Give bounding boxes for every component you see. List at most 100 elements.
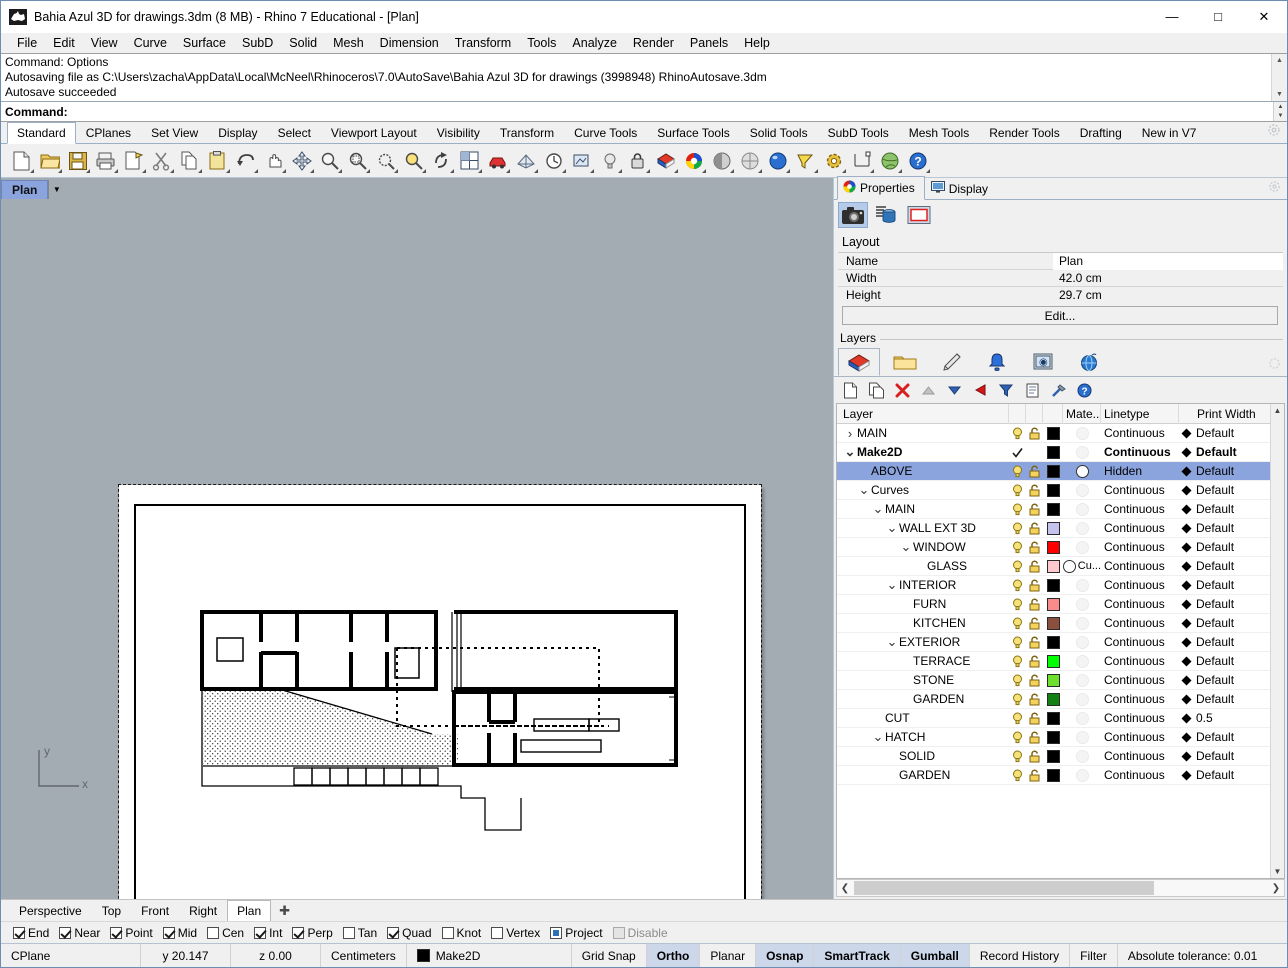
delete-layer-icon[interactable]	[890, 378, 915, 402]
layer-color-swatch[interactable]	[1043, 769, 1063, 782]
layer-name-cell[interactable]: ⌄HATCH	[837, 729, 1009, 745]
menu-solid[interactable]: Solid	[281, 34, 325, 52]
toolbar-tab-cplanes[interactable]: CPlanes	[76, 122, 141, 143]
chevron-down-icon[interactable]: ▼	[48, 180, 64, 199]
new-layer-icon[interactable]	[838, 378, 863, 402]
expander-icon[interactable]: ⌄	[857, 482, 871, 498]
menu-panels[interactable]: Panels	[682, 34, 736, 52]
osnap-near[interactable]: Near	[55, 926, 104, 940]
menu-analyze[interactable]: Analyze	[564, 34, 624, 52]
expander-icon[interactable]: ⌄	[885, 577, 899, 593]
layer-print-width-cell[interactable]: Default	[1179, 578, 1270, 592]
col-linetype[interactable]: Linetype	[1101, 404, 1179, 424]
col-print-width[interactable]: Print Width	[1179, 404, 1270, 424]
osnap-int[interactable]: Int	[250, 926, 286, 940]
move-up-icon[interactable]	[916, 378, 941, 402]
shade-icon[interactable]	[709, 148, 735, 174]
layer-color-swatch[interactable]	[1043, 541, 1063, 554]
help-icon[interactable]: ?	[905, 148, 931, 174]
light-icon[interactable]	[597, 148, 623, 174]
layer-name-cell[interactable]: ⌄Curves	[837, 482, 1009, 498]
color-wheel-icon[interactable]	[681, 148, 707, 174]
layer-lock-icon[interactable]	[1026, 693, 1043, 706]
toolbar-tab-mesh-tools[interactable]: Mesh Tools	[899, 122, 979, 143]
layer-color-swatch[interactable]	[1043, 712, 1063, 725]
layer-material-cell[interactable]	[1063, 522, 1101, 535]
layer-name-cell[interactable]: ⌄WINDOW	[837, 539, 1009, 555]
bell-tab-icon[interactable]	[976, 348, 1018, 375]
menu-view[interactable]: View	[83, 34, 126, 52]
print-icon[interactable]	[93, 148, 119, 174]
layer-row[interactable]: TERRACEContinuousDefault	[837, 652, 1270, 671]
layer-visibility-icon[interactable]	[1009, 503, 1026, 516]
layer-row[interactable]: ⌄WALL EXT 3DContinuousDefault	[837, 519, 1270, 538]
checkbox[interactable]	[613, 927, 625, 939]
status-toggle-smarttrack[interactable]: SmartTrack	[814, 944, 900, 967]
checkbox[interactable]	[550, 927, 562, 939]
move-icon[interactable]	[289, 148, 315, 174]
select-filter-icon[interactable]	[793, 148, 819, 174]
layer-visibility-icon[interactable]	[1009, 769, 1026, 782]
layer-linetype-cell[interactable]: Continuous	[1101, 692, 1179, 706]
layers-vertical-scrollbar[interactable]: ▲ ▼	[1270, 404, 1284, 878]
layers-row-list[interactable]: ›MAINContinuousDefault⌄Make2DContinuousD…	[837, 424, 1270, 878]
osnap-quad[interactable]: Quad	[383, 926, 435, 940]
layer-visibility-icon[interactable]	[1009, 427, 1026, 440]
layers-horizontal-scrollbar[interactable]: ❮ ❯	[836, 879, 1285, 897]
layer-linetype-cell[interactable]: Hidden	[1101, 464, 1179, 478]
status-toggle-ortho[interactable]: Ortho	[647, 944, 701, 967]
checkbox[interactable]	[387, 927, 399, 939]
layer-linetype-cell[interactable]: Continuous	[1101, 559, 1179, 573]
layer-lock-icon[interactable]	[1026, 465, 1043, 478]
save-as-icon[interactable]	[121, 148, 147, 174]
layer-color-swatch[interactable]	[1043, 560, 1063, 573]
layer-material-cell[interactable]: Cu...	[1063, 560, 1101, 573]
col-on[interactable]	[1009, 404, 1026, 424]
status-cplane[interactable]: CPlane	[1, 944, 141, 967]
layer-material-cell[interactable]	[1063, 427, 1101, 440]
layer-row[interactable]: ⌄EXTERIORContinuousDefault	[837, 633, 1270, 652]
save-icon[interactable]	[65, 148, 91, 174]
layer-row[interactable]: ABOVEHiddenDefault	[837, 462, 1270, 481]
toolbar-tab-drafting[interactable]: Drafting	[1070, 122, 1132, 143]
layer-icon[interactable]	[653, 148, 679, 174]
layer-lock-icon[interactable]	[1026, 712, 1043, 725]
toolbar-tab-select[interactable]: Select	[268, 122, 321, 143]
layer-material-cell[interactable]	[1063, 541, 1101, 554]
current-layer-check-icon[interactable]	[1009, 446, 1026, 459]
layer-row[interactable]: ›MAINContinuousDefault	[837, 424, 1270, 443]
layer-material-cell[interactable]	[1063, 655, 1101, 668]
checkbox[interactable]	[207, 927, 219, 939]
layer-row[interactable]: GARDENContinuousDefault	[837, 766, 1270, 785]
layer-color-swatch[interactable]	[1043, 731, 1063, 744]
layer-lock-icon[interactable]	[1026, 427, 1043, 440]
layer-visibility-icon[interactable]	[1009, 484, 1026, 497]
osnap-point[interactable]: Point	[106, 926, 156, 940]
layer-tools-icon[interactable]	[1046, 378, 1071, 402]
layer-color-swatch[interactable]	[1043, 617, 1063, 630]
menu-subd[interactable]: SubD	[234, 34, 281, 52]
layer-visibility-icon[interactable]	[1009, 750, 1026, 763]
toolbar-tab-set-view[interactable]: Set View	[141, 122, 208, 143]
layer-visibility-icon[interactable]	[1009, 712, 1026, 725]
checkbox[interactable]	[442, 927, 454, 939]
layer-material-cell[interactable]	[1063, 636, 1101, 649]
tab-properties[interactable]: Properties	[837, 176, 925, 200]
osnap-end[interactable]: End	[9, 926, 53, 940]
toolbar-tab-render-tools[interactable]: Render Tools	[979, 122, 1070, 143]
render-sphere-icon[interactable]	[765, 148, 791, 174]
toolbar-tab-display[interactable]: Display	[208, 122, 267, 143]
history-icon[interactable]	[541, 148, 567, 174]
layer-print-width-cell[interactable]: Default	[1179, 464, 1270, 478]
layer-name-cell[interactable]: GARDEN	[837, 692, 1009, 706]
layer-name-cell[interactable]: TERRACE	[837, 654, 1009, 668]
options-gear-icon[interactable]	[821, 148, 847, 174]
layer-linetype-cell[interactable]: Continuous	[1101, 483, 1179, 497]
viewport-tab-plan[interactable]: Plan	[227, 900, 271, 922]
hscroll-thumb[interactable]	[854, 881, 1154, 895]
viewport-tab-front[interactable]: Front	[131, 900, 179, 921]
checkbox[interactable]	[163, 927, 175, 939]
layer-visibility-icon[interactable]	[1009, 674, 1026, 687]
menu-curve[interactable]: Curve	[126, 34, 175, 52]
layer-color-swatch[interactable]	[1043, 579, 1063, 592]
